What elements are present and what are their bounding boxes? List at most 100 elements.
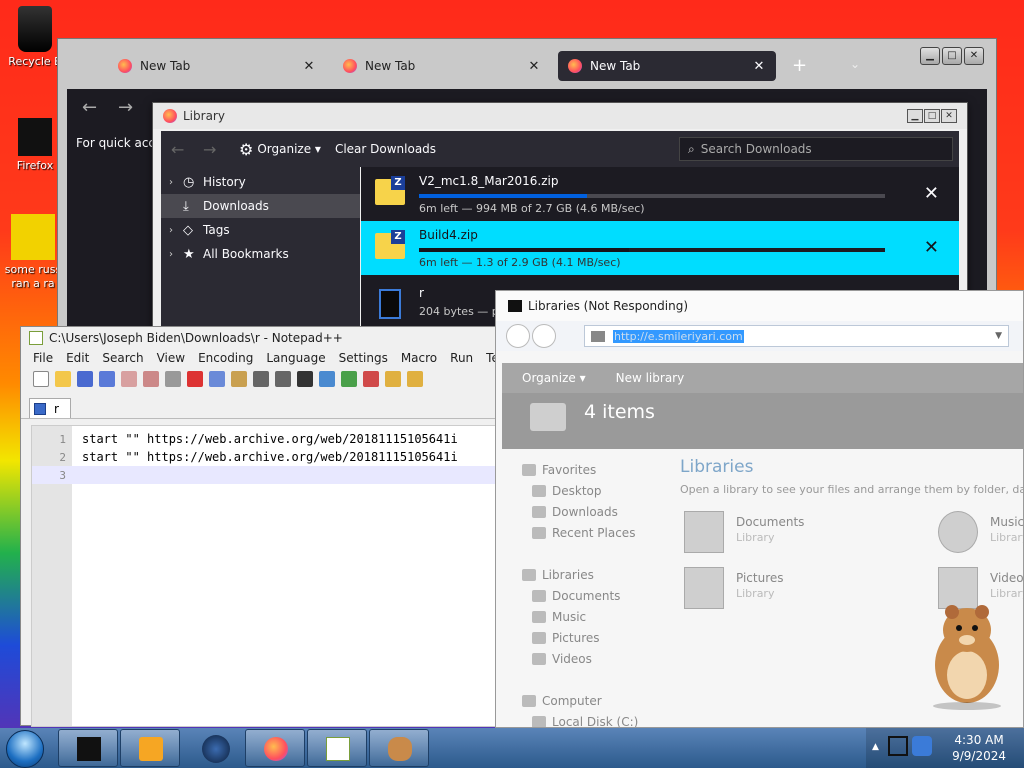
nav-desktop[interactable]: Desktop: [532, 484, 602, 498]
music-icon: [532, 611, 546, 623]
chevron-right-icon[interactable]: ›: [169, 177, 183, 188]
menu-item-search[interactable]: Search: [102, 351, 143, 365]
menu-item-run[interactable]: Run: [450, 351, 473, 365]
nav-documents[interactable]: Documents: [532, 589, 620, 603]
taskbar-button-firefox[interactable]: [245, 729, 305, 767]
address-bar[interactable]: http://e.smileriyari.com ▼: [584, 325, 1009, 347]
zoom-out-icon[interactable]: [363, 371, 379, 387]
clear-downloads-button[interactable]: Clear Downloads: [335, 142, 436, 156]
close-file-icon[interactable]: [121, 371, 137, 387]
code-editor[interactable]: 1 start "" https://web.archive.org/web/2…: [31, 425, 502, 727]
back-arrow-icon[interactable]: ←: [82, 97, 97, 118]
globe-icon: [202, 735, 230, 763]
copy-icon[interactable]: [209, 371, 225, 387]
nav-favorites[interactable]: Favorites: [522, 463, 596, 477]
cut-icon[interactable]: [187, 371, 203, 387]
nav-libraries[interactable]: Libraries: [522, 568, 594, 582]
sidebar-item-history[interactable]: › ◷ History: [161, 170, 360, 194]
close-button[interactable]: ✕: [964, 47, 984, 65]
save-icon[interactable]: [77, 371, 93, 387]
nav-videos[interactable]: Videos: [532, 652, 592, 666]
organize-button[interactable]: Organize ▾: [257, 142, 321, 156]
menu-item-edit[interactable]: Edit: [66, 351, 89, 365]
organize-button[interactable]: Organize ▾: [522, 371, 586, 385]
sidebar-item-all-bookmarks[interactable]: › ★ All Bookmarks: [161, 242, 360, 266]
taskbar-button-hamster[interactable]: [369, 729, 429, 767]
forward-arrow-icon[interactable]: →: [118, 97, 133, 118]
line-number: 1: [59, 433, 66, 446]
nav-recent-places[interactable]: Recent Places: [532, 526, 635, 540]
tab-new-tab-1[interactable]: New Tab ✕: [108, 51, 326, 81]
nav-pictures[interactable]: Pictures: [532, 631, 600, 645]
tab-new-tab-3[interactable]: New Tab ✕: [558, 51, 776, 81]
nav-music[interactable]: Music: [532, 610, 586, 624]
sidebar-item-label: Tags: [203, 223, 230, 237]
chevron-down-icon[interactable]: ⌄: [850, 57, 860, 71]
taskbar-button-explorer[interactable]: [58, 729, 118, 767]
search-downloads-input[interactable]: ⌕ Search Downloads: [679, 137, 953, 161]
redo-icon[interactable]: [275, 371, 291, 387]
minimize-button[interactable]: ▁: [907, 109, 923, 123]
menu-item-macro[interactable]: Macro: [401, 351, 437, 365]
download-row-selected[interactable]: Build4.zip 6m left — 1.3 of 2.9 GB (4.1 …: [361, 221, 959, 275]
network-icon[interactable]: [888, 736, 908, 756]
undo-icon[interactable]: [253, 371, 269, 387]
chevron-right-icon[interactable]: ›: [169, 225, 183, 236]
word-wrap-icon[interactable]: [407, 371, 423, 387]
menu-item-view[interactable]: View: [157, 351, 185, 365]
nav-downloads[interactable]: Downloads: [532, 505, 618, 519]
close-button[interactable]: ✕: [941, 109, 957, 123]
forward-arrow-icon[interactable]: →: [203, 140, 225, 159]
back-arrow-icon[interactable]: ←: [171, 140, 193, 159]
chevron-right-icon[interactable]: ›: [169, 249, 183, 260]
taskbar-button-media[interactable]: [120, 729, 180, 767]
menu-item-settings[interactable]: Settings: [339, 351, 388, 365]
taskbar-button-notepad[interactable]: [307, 729, 367, 767]
save-all-icon[interactable]: [99, 371, 115, 387]
download-row[interactable]: V2_mc1.8_Mar2016.zip 6m left — 994 MB of…: [361, 167, 959, 221]
chevron-down-icon[interactable]: ▼: [995, 331, 1002, 341]
forward-button[interactable]: [532, 324, 556, 348]
menu-item-encoding[interactable]: Encoding: [198, 351, 253, 365]
close-icon[interactable]: ✕: [302, 59, 316, 74]
close-icon[interactable]: ✕: [527, 59, 541, 74]
tray-app-icon[interactable]: [912, 736, 932, 756]
close-all-icon[interactable]: [143, 371, 159, 387]
tab-new-tab-2[interactable]: New Tab ✕: [333, 51, 551, 81]
tag-icon: ◇: [183, 222, 193, 238]
new-tab-plus-icon[interactable]: +: [792, 55, 807, 76]
close-icon[interactable]: ✕: [752, 59, 766, 74]
library-sidebar: › ◷ History ⤓ Downloads › ◇ Tags › ★ All…: [161, 167, 360, 333]
nav-local-disk[interactable]: Local Disk (C:): [532, 715, 638, 727]
tab-r[interactable]: r: [29, 398, 71, 418]
back-button[interactable]: [506, 324, 530, 348]
maximize-button[interactable]: □: [942, 47, 962, 65]
sync-scroll-icon[interactable]: [385, 371, 401, 387]
cancel-download-button[interactable]: ✕: [924, 237, 939, 258]
find-icon[interactable]: [297, 371, 313, 387]
minimize-button[interactable]: ▁: [920, 47, 940, 65]
menu-item-file[interactable]: File: [33, 351, 53, 365]
open-folder-icon[interactable]: [55, 371, 71, 387]
nav-computer[interactable]: Computer: [522, 694, 602, 708]
sidebar-item-tags[interactable]: › ◇ Tags: [161, 218, 360, 242]
replace-icon[interactable]: [319, 371, 335, 387]
notepad-icon: [326, 737, 350, 761]
new-file-icon[interactable]: [33, 371, 49, 387]
taskbar-button-globe[interactable]: [183, 729, 243, 767]
new-library-button[interactable]: New library: [616, 371, 685, 385]
zoom-in-icon[interactable]: [341, 371, 357, 387]
explorer-title: Libraries (Not Responding): [528, 299, 689, 313]
menu-item-language[interactable]: Language: [266, 351, 325, 365]
sidebar-item-downloads[interactable]: ⤓ Downloads: [161, 194, 360, 218]
firefox-icon: [568, 59, 582, 73]
clock[interactable]: 4:30 AM 9/9/2024: [952, 732, 1006, 764]
maximize-button[interactable]: □: [924, 109, 940, 123]
explorer-nav-pane: Favorites Desktop Downloads Recent Place…: [502, 453, 662, 727]
tray-expand-icon[interactable]: ▲: [872, 742, 879, 752]
paste-icon[interactable]: [231, 371, 247, 387]
firefox-icon: [18, 118, 52, 156]
cancel-download-button[interactable]: ✕: [924, 183, 939, 204]
print-icon[interactable]: [165, 371, 181, 387]
start-button[interactable]: [6, 730, 44, 768]
